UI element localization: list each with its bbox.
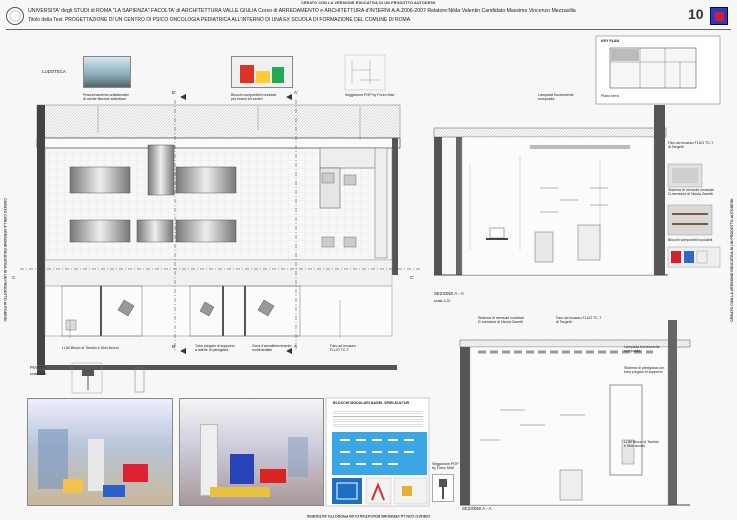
floor-plan [20, 54, 420, 394]
drawing-sheet: CREATO CON LA VERSIONE EDUCATIVA DI UN P… [0, 0, 737, 520]
label-blocchi: Blocchi componibili modulari per tinami … [231, 93, 277, 102]
sec-bb-llum: LLiM Blocci di Tamblo e Skin Azurni [624, 440, 659, 449]
sec-aa-blocchi: Blocchi componibili sculabili [668, 238, 713, 242]
sec-aa-faro: Faro ad incasso FLUO TC-T di Targetti [668, 141, 714, 150]
blocks-photo [231, 56, 293, 88]
products-title: BLOCCHI MODULARI NAGEL SPIELKULTUR [333, 401, 410, 405]
modular-blocks-chart [332, 432, 428, 505]
products-description-text [333, 409, 423, 429]
label-posizionamento: Posizionamento a/altalenarle di medie ti… [83, 93, 130, 102]
section-mark-b-top: B' [172, 90, 176, 95]
sec-bb-faro: Faro ad incasso FLUO TC-T di Targetti [556, 316, 602, 325]
sec-bb-title: SEZIONE A - A [462, 506, 492, 511]
label-faro-plan: Faro ad incasso FLUO TC-T [330, 344, 356, 353]
section-mark-c-right: C' [410, 275, 415, 280]
label-tubo: Tubo piegato di supporto a laterie di pl… [195, 344, 235, 353]
render-playroom-2 [179, 398, 324, 506]
plan-scale-title: PIANTA [30, 365, 46, 370]
sec-aa-title: SEZIONE A - A' [434, 291, 465, 296]
section-mark-b-bottom: B [172, 344, 175, 349]
label-zona: Zona d'annallieerrimento multimediale [252, 344, 292, 353]
label-llum: LLiM Blocci di Tamblo e Skin Azurni [62, 346, 119, 350]
sec-bb-sistema: Sistema di mensole modulari D-mensioni d… [478, 316, 525, 325]
seggiolone-chair-icon [432, 474, 454, 502]
sec-bb-sistema2: Sistema di plexiglass con tubo piegato d… [624, 366, 665, 375]
key-plan-caption: Piano terra [601, 94, 619, 98]
plan-title: LUDOTECA [42, 69, 66, 74]
section-mark-c-left: C [12, 275, 16, 280]
label-seggiolone-pop: Seggiolone POP by Forex Marl [432, 462, 459, 471]
key-plan-title: KEY PLAN [601, 39, 620, 43]
sec-aa-scale: scala 1:20 [434, 299, 451, 303]
ludoteca-photo-1 [83, 56, 131, 88]
section-mark-a-bottom: A [294, 344, 297, 349]
sec-aa-sistema: Sistema di mensole modulari D-mensioni d… [668, 188, 715, 197]
section-mark-a-top: A' [294, 90, 298, 95]
sec-aa-lampada: Lampada fluorescente somposita [538, 93, 574, 102]
render-playroom-1 [27, 398, 173, 506]
sec-bb-lampada: Lampada fluorescente somposita [624, 345, 660, 354]
label-seggiolone-top: Seggiolone POP by Forex Marl [345, 93, 395, 97]
plan-scale: scala 1:20 [30, 372, 47, 376]
